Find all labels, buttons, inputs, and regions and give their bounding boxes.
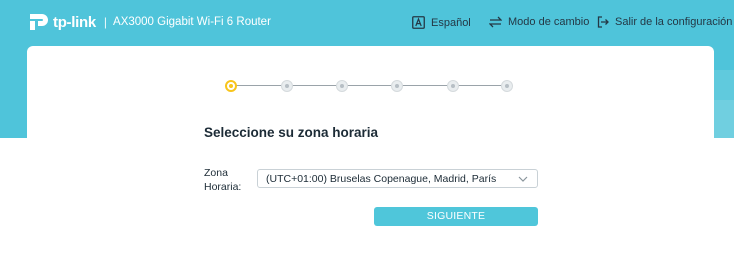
- next-button[interactable]: SIGUIENTE: [374, 207, 538, 226]
- exit-setup-button[interactable]: Salir de la configuración: [597, 16, 732, 28]
- header-separator: |: [103, 15, 108, 29]
- stepper-line: [235, 85, 510, 86]
- tp-link-logo[interactable]: tp-link | AX3000 Gigabit Wi-Fi 6 Router: [27, 11, 271, 33]
- brand-name: tp-link: [53, 13, 96, 31]
- progress-stepper: [225, 79, 515, 93]
- page-title: Seleccione su zona horaria: [204, 125, 379, 140]
- step-5-indicator: [447, 80, 459, 92]
- top-header: tp-link | AX3000 Gigabit Wi-Fi 6 Router …: [0, 0, 734, 46]
- timezone-selected-value: (UTC+01:00) Bruselas Copenague, Madrid, …: [266, 173, 497, 185]
- timezone-select[interactable]: (UTC+01:00) Bruselas Copenague, Madrid, …: [257, 169, 538, 188]
- change-mode-button[interactable]: Modo de cambio: [489, 16, 589, 28]
- step-2-indicator: [281, 80, 293, 92]
- timezone-label-line1: Zona: [204, 167, 228, 179]
- step-1-indicator: [225, 80, 237, 92]
- step-3-indicator: [336, 80, 348, 92]
- tp-link-logo-icon: [30, 14, 48, 30]
- timezone-label: Zona Horaria:: [204, 166, 241, 194]
- language-a-icon: [412, 16, 425, 29]
- exit-setup-label: Salir de la configuración: [615, 16, 733, 28]
- swap-arrows-icon: [489, 16, 502, 28]
- step-6-indicator: [501, 80, 513, 92]
- step-4-indicator: [391, 80, 403, 92]
- timezone-label-line2: Horaria:: [204, 181, 242, 193]
- router-model: AX3000 Gigabit Wi-Fi 6 Router: [113, 16, 271, 28]
- language-button[interactable]: Español: [412, 16, 471, 29]
- language-label: Español: [431, 16, 471, 29]
- setup-card: Seleccione su zona horaria Zona Horaria:…: [27, 46, 714, 275]
- change-mode-label: Modo de cambio: [508, 16, 590, 28]
- chevron-down-icon: [518, 176, 528, 182]
- exit-icon: [597, 16, 609, 28]
